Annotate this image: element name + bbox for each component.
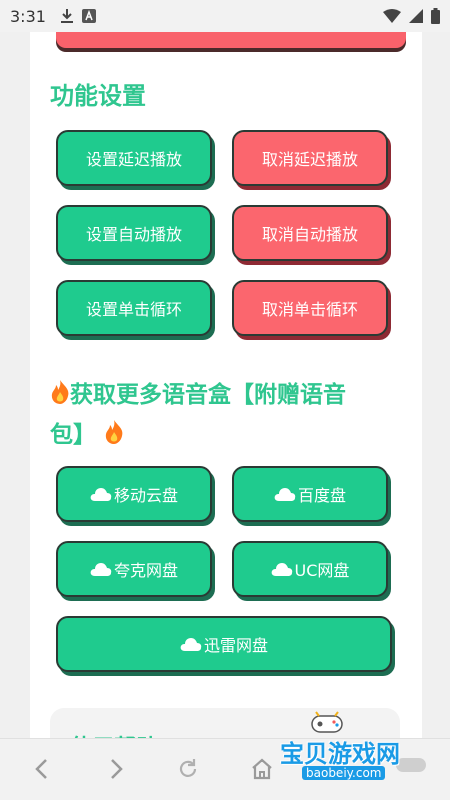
baidu-drive-label: 百度盘 <box>297 486 346 505</box>
uc-drive-button[interactable]: UC网盘 <box>232 541 388 597</box>
site-watermark: 宝贝游戏网 baobeiy.com <box>280 706 410 782</box>
cancel-click-loop-button[interactable]: 取消单击循环 <box>232 280 388 336</box>
status-bar: 3:31 <box>0 0 450 32</box>
quark-drive-label: 夸克网盘 <box>113 561 178 580</box>
back-icon[interactable] <box>32 757 52 785</box>
cancel-delay-play-button[interactable]: 取消延迟播放 <box>232 130 388 186</box>
uc-drive-label: UC网盘 <box>294 561 350 580</box>
xunlei-drive-button[interactable]: 迅雷网盘 <box>56 616 392 672</box>
cloud-icon <box>271 562 293 576</box>
quark-drive-button[interactable]: 夸克网盘 <box>56 541 212 597</box>
fire-icon <box>104 418 124 456</box>
battery-icon <box>431 8 440 24</box>
help-section-title: 使用帮助 <box>70 730 158 738</box>
cloud-icon <box>274 487 296 501</box>
cloud-icon <box>90 487 112 501</box>
download-icon <box>60 8 74 24</box>
page-margin-left <box>0 32 30 738</box>
cloud-icon <box>180 637 202 651</box>
page-margin-right <box>422 32 450 738</box>
cloud-icon <box>90 562 112 576</box>
cancel-auto-play-button[interactable]: 取消自动播放 <box>232 205 388 261</box>
watermark-title: 宝贝游戏网 <box>280 740 400 768</box>
set-delay-play-button[interactable]: 设置延迟播放 <box>56 130 212 186</box>
xunlei-drive-label: 迅雷网盘 <box>203 636 268 655</box>
signal-icon <box>409 9 423 23</box>
main-content[interactable]: 功能设置 设置延迟播放 取消延迟播放 设置自动播放 取消自动播放 设置单击循环 … <box>30 32 422 738</box>
fire-icon <box>50 378 70 416</box>
top-red-button-partial[interactable] <box>56 32 406 48</box>
set-click-loop-button[interactable]: 设置单击循环 <box>56 280 212 336</box>
set-auto-play-button[interactable]: 设置自动播放 <box>56 205 212 261</box>
watermark-url: baobeiy.com <box>302 766 386 780</box>
forward-icon[interactable] <box>106 757 126 785</box>
more-voicebox-title-line1: 获取更多语音盒【附赠语音 <box>70 382 346 408</box>
mobile-cloud-drive-button[interactable]: 移动云盘 <box>56 466 212 522</box>
refresh-icon[interactable] <box>176 757 200 785</box>
phone-screen: 3:31 功能设置 设置延迟播放 取消延迟播放 设置自动播放 取消自动播放 设置… <box>0 0 450 800</box>
home-icon[interactable] <box>250 757 274 785</box>
app-notification-icon <box>81 9 96 23</box>
baidu-drive-button[interactable]: 百度盘 <box>232 466 388 522</box>
mobile-cloud-drive-label: 移动云盘 <box>113 486 178 505</box>
more-voicebox-section-title: 获取更多语音盒【附赠语音 包】 <box>50 376 346 456</box>
wifi-icon <box>383 9 401 23</box>
more-voicebox-title-line2: 包】 <box>50 422 96 448</box>
settings-section-title: 功能设置 <box>50 82 146 110</box>
status-time: 3:31 <box>10 6 46 26</box>
